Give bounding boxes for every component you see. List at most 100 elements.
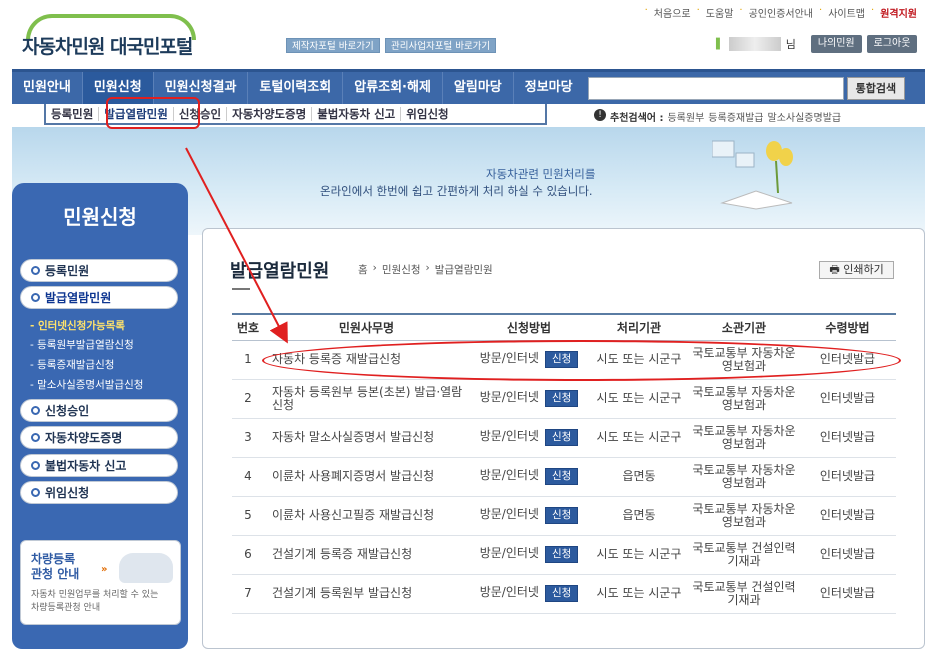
cell-name[interactable]: 이륜차 사용신고필증 재발급신청 <box>264 496 469 536</box>
col-header-name: 민원사무명 <box>264 313 469 341</box>
sidebar-item-label: 불법자동차 신고 <box>45 459 127 473</box>
sidebar-item-label: 자동차양도증명 <box>45 431 123 445</box>
sidebar-item-delegation[interactable]: 위임신청 <box>20 481 178 504</box>
col-header-receive: 수령방법 <box>799 313 896 341</box>
user-name-redacted <box>728 37 781 51</box>
sidebar-item-approval[interactable]: 신청승인 <box>20 399 178 422</box>
method-text: 방문/인터넷 <box>479 507 539 521</box>
cell-receive: 인터넷발급 <box>799 418 896 458</box>
cell-org: 국토교통부 자동차운영보험과 <box>689 457 799 497</box>
cell-no: 5 <box>232 496 264 536</box>
cell-method: 방문/인터넷 신청 <box>469 535 589 575</box>
apply-button[interactable]: 신청 <box>544 585 579 602</box>
cell-no: 2 <box>232 379 264 419</box>
my-requests-button[interactable]: 나의민원 <box>810 35 862 53</box>
nav-item-notice[interactable]: 알림마당 <box>443 72 514 104</box>
sidebar-item-label: 신청승인 <box>45 404 90 418</box>
circle-bullet-icon <box>31 433 40 442</box>
cell-proc: 시도 또는 시군구 <box>589 574 689 614</box>
apply-button[interactable]: 신청 <box>544 468 579 485</box>
cell-receive: 인터넷발급 <box>799 379 896 419</box>
user-icon: ▌ <box>716 38 724 50</box>
method-text: 방문/인터넷 <box>479 429 539 443</box>
maker-portal-button[interactable]: 제작자포털 바로가기 <box>286 38 380 53</box>
logo-text: 자동차민원 대국민포털 <box>22 36 193 58</box>
cell-no: 4 <box>232 457 264 497</box>
registration-office-guide-box[interactable]: 차량등록 관청 안내 » 자동차 민원업무를 처리할 수 있는 차량등록관청 안… <box>20 540 181 625</box>
col-header-method: 신청방법 <box>469 313 589 341</box>
keyword-link[interactable]: 등록원부 <box>667 109 704 124</box>
sidebar-sub-internet-list[interactable]: - 인터넷신청가능목록 <box>30 318 125 333</box>
search-input[interactable] <box>587 76 844 100</box>
cell-org: 국토교통부 자동차운영보험과 <box>689 496 799 536</box>
cell-proc: 시도 또는 시군구 <box>589 535 689 575</box>
apply-button[interactable]: 신청 <box>544 507 579 524</box>
cell-name[interactable]: 자동차 말소사실증명서 발급신청 <box>264 418 469 458</box>
keyword-link[interactable]: 말소사실증명발급 <box>768 109 842 124</box>
nav-item-total-history[interactable]: 토털이력조회 <box>248 72 344 104</box>
top-link-home[interactable]: 처음으로 <box>654 5 691 20</box>
car-icon <box>119 553 173 583</box>
nav-item-info[interactable]: 정보마당 <box>514 72 584 104</box>
sidebar-sub-ledger[interactable]: - 등록원부발급열람신청 <box>30 337 134 352</box>
top-link-remote-support[interactable]: 원격지원 <box>880 5 917 20</box>
nav-item-seizure[interactable]: 압류조회·해제 <box>343 72 443 104</box>
page-title: 발급열람민원 <box>230 261 330 282</box>
guide-box-title-line1: 차량등록 <box>31 552 76 566</box>
sidebar-item-transfer[interactable]: 자동차양도증명 <box>20 426 178 449</box>
recommend-label: 추천검색어 : <box>610 113 664 124</box>
cell-proc: 읍면동 <box>589 457 689 497</box>
subnav-item-illegal-report[interactable]: 불법자동차 신고 <box>312 106 402 121</box>
printer-icon: 🖶 <box>829 263 840 276</box>
sidebar-sub-cancel-cert[interactable]: - 말소사실증명서발급신청 <box>30 377 143 392</box>
guide-box-title-line2: 관청 안내 <box>31 567 80 581</box>
double-chevron-right-icon: » <box>101 564 108 575</box>
nav-item-guide[interactable]: 민원안내 <box>12 72 83 104</box>
cell-receive: 인터넷발급 <box>799 535 896 575</box>
subnav-item-transfer[interactable]: 자동차양도증명 <box>227 106 313 121</box>
circle-bullet-icon <box>31 266 40 275</box>
keyword-link[interactable]: 등록증재발급 <box>708 109 763 124</box>
apply-button[interactable]: 신청 <box>544 429 579 446</box>
subnav-item-delegation[interactable]: 위임신청 <box>401 107 453 121</box>
bullet-icon: · <box>696 5 700 16</box>
guide-box-desc: 자동차 민원업무를 처리할 수 있는 차량등록관청 안내 <box>31 589 158 615</box>
top-link-sitemap[interactable]: 사이트맵 <box>828 5 865 20</box>
sidebar-title: 민원신청 <box>63 205 137 229</box>
table-row: 4 이륜차 사용폐지증명서 발급신청 방문/인터넷 신청 읍면동 국토교통부 자동차운영보… <box>232 457 896 497</box>
chevron-right-icon: › <box>425 262 430 274</box>
cell-method: 방문/인터넷 신청 <box>469 379 589 419</box>
col-header-no: 번호 <box>232 313 264 341</box>
print-button[interactable]: 🖶 인쇄하기 <box>819 261 894 279</box>
business-portal-button[interactable]: 관리사업자포털 바로가기 <box>385 38 497 53</box>
cell-no: 1 <box>232 340 264 380</box>
breadcrumb-home[interactable]: 홈 <box>358 262 368 277</box>
col-header-org: 소관기관 <box>689 313 799 341</box>
cell-org: 국토교통부 자동차운영보험과 <box>689 379 799 419</box>
method-text: 방문/인터넷 <box>479 546 539 560</box>
cell-name[interactable]: 건설기계 등록증 재발급신청 <box>264 535 469 575</box>
sidebar-item-issuance[interactable]: 발급열람민원 <box>20 286 178 309</box>
sidebar-sub-reissue[interactable]: - 등록증재발급신청 <box>30 357 114 372</box>
recommended-keywords: ! 추천검색어 : 등록원부 등록증재발급 말소사실증명발급 <box>594 109 841 124</box>
guide-box-desc-line2: 차량등록관청 안내 <box>31 603 101 613</box>
method-text: 방문/인터넷 <box>479 390 539 404</box>
site-logo[interactable]: 자동차민원 대국민포털 <box>18 10 218 58</box>
sidebar-item-registration[interactable]: 등록민원 <box>20 259 178 282</box>
col-header-proc: 처리기관 <box>589 313 689 341</box>
cell-name[interactable]: 이륜차 사용폐지증명서 발급신청 <box>264 457 469 497</box>
cell-no: 6 <box>232 535 264 575</box>
logout-button[interactable]: 로그아웃 <box>866 35 918 53</box>
apply-button[interactable]: 신청 <box>544 546 579 563</box>
top-link-help[interactable]: 도움말 <box>706 5 734 20</box>
top-link-cert[interactable]: 공인인증서안내 <box>749 5 813 20</box>
apply-button[interactable]: 신청 <box>544 390 579 407</box>
cell-name[interactable]: 자동차 등록원부 등본(초본) 발급·열람신청 <box>264 379 469 419</box>
method-text: 방문/인터넷 <box>479 468 539 482</box>
cell-name[interactable]: 건설기계 등록원부 발급신청 <box>264 574 469 614</box>
sidebar-item-illegal-report[interactable]: 불법자동차 신고 <box>20 454 178 477</box>
circle-bullet-icon <box>31 406 40 415</box>
subnav-item-registration[interactable]: 등록민원 <box>46 106 100 121</box>
breadcrumb-apply[interactable]: 민원신청 <box>382 262 421 277</box>
search-button[interactable]: 통합검색 <box>846 76 906 100</box>
